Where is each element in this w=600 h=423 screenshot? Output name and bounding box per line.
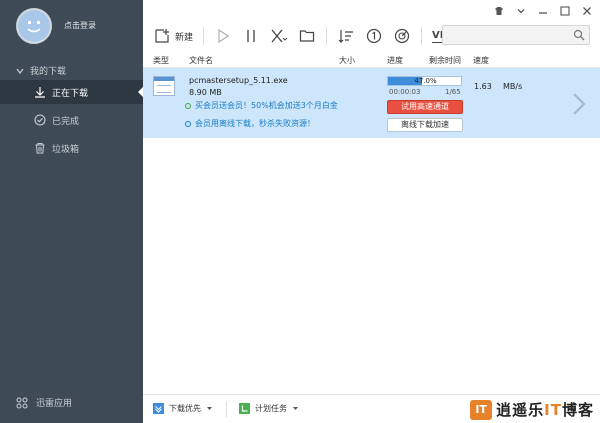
toolbar-divider	[203, 27, 205, 45]
try-fast-channel-button[interactable]: 试用高速通道	[387, 100, 463, 114]
download-filename: pcmastersetup_5.11.exe	[189, 76, 288, 85]
minimize-icon[interactable]	[538, 6, 548, 16]
column-remaining-time[interactable]: 剩余时间	[429, 55, 461, 66]
toolbar-divider	[326, 27, 328, 45]
sidebar-item-downloading[interactable]: 正在下载	[0, 80, 143, 104]
search-icon[interactable]	[573, 29, 585, 44]
promo-link-offline[interactable]: 会员用离线下载，秒杀失败资源！	[185, 118, 315, 129]
column-header: 类型 文件名 大小 进度 剩余时间 速度	[143, 52, 600, 68]
menu-icon[interactable]	[516, 6, 526, 16]
open-folder-button[interactable]	[298, 24, 316, 48]
trash-icon	[34, 142, 46, 154]
sidebar: 点击登录 我的下载 正在下载 已完成 垃圾箱 迅雷应用	[0, 0, 143, 423]
new-task-button[interactable]: 新建	[153, 24, 193, 48]
number-one-circle-icon	[365, 27, 383, 45]
speed-limit-button[interactable]	[393, 24, 411, 48]
bottom-bar: 下载优先 计划任务 IT 逍遥乐IT博客	[143, 394, 600, 423]
scheduled-task-button[interactable]: 计划任务	[239, 403, 299, 414]
section-label: 我的下载	[30, 67, 67, 77]
green-dot-icon	[185, 102, 191, 109]
watermark-logo: IT	[470, 399, 493, 420]
dropdown-arrow-icon	[293, 407, 298, 410]
column-progress[interactable]: 进度	[387, 55, 403, 66]
check-circle-icon	[34, 114, 46, 126]
connection-count: 1/65	[445, 88, 461, 96]
dropdown-arrow-icon	[207, 407, 212, 410]
progress-percent: 47.0%	[414, 77, 437, 85]
download-arrow-icon	[34, 86, 46, 98]
sidebar-item-label: 已完成	[52, 116, 80, 127]
schedule-label: 计划任务	[255, 404, 287, 413]
apps-icon	[16, 397, 28, 408]
download-size: 8.90 MB	[189, 88, 222, 97]
promo-text: 买会员送会员！50%机会加送3个月白金	[195, 101, 338, 110]
sort-button[interactable]	[337, 24, 355, 48]
chevron-down-icon	[16, 68, 24, 74]
sidebar-item-label: 正在下载	[52, 88, 89, 99]
apps-label: 迅雷应用	[36, 399, 73, 409]
promo-link-membership[interactable]: 买会员送会员！50%机会加送3个月白金	[185, 100, 338, 111]
sidebar-item-label: 垃圾箱	[52, 144, 80, 155]
download-priority-button[interactable]: 下载优先	[153, 403, 213, 414]
watermark: IT 逍遥乐IT博客	[470, 395, 594, 423]
bottom-divider	[226, 401, 227, 417]
watermark-text: 逍遥乐IT博客	[496, 401, 594, 419]
delete-x-icon	[270, 27, 288, 45]
priority-label: 下载优先	[169, 404, 201, 413]
download-row[interactable]: pcmastersetup_5.11.exe 8.90 MB 买会员送会员！50…	[143, 68, 600, 138]
toolbar-divider	[421, 27, 423, 45]
login-link[interactable]: 点击登录	[64, 20, 96, 31]
new-label: 新建	[175, 32, 194, 43]
skin-icon[interactable]	[494, 6, 504, 16]
close-icon[interactable]	[582, 6, 592, 16]
speedometer-icon	[393, 27, 411, 45]
chevron-right-icon[interactable]	[572, 92, 586, 119]
my-downloads-section[interactable]: 我的下载	[16, 64, 66, 77]
maximize-icon[interactable]	[560, 6, 570, 16]
elapsed-time: 00:00:03	[389, 88, 421, 96]
delete-button[interactable]	[270, 24, 288, 48]
pause-button[interactable]	[242, 24, 260, 48]
avatar[interactable]	[16, 8, 52, 44]
new-file-plus-icon	[153, 27, 171, 45]
offline-acceleration-button[interactable]: 离线下载加速	[387, 118, 463, 132]
toolbar: 新建 VIP	[143, 20, 600, 52]
column-filename[interactable]: 文件名	[189, 55, 213, 66]
column-size[interactable]: 大小	[339, 55, 355, 66]
blue-dot-icon	[185, 120, 191, 127]
pause-icon	[242, 27, 260, 45]
folder-icon	[298, 27, 316, 45]
window-controls	[494, 6, 592, 16]
sort-list-icon	[337, 27, 355, 45]
single-task-button[interactable]	[365, 24, 383, 48]
play-icon	[214, 27, 232, 45]
search-box	[442, 25, 590, 45]
thunder-apps-button[interactable]: 迅雷应用	[16, 396, 72, 409]
smiley-face-icon	[18, 10, 50, 42]
download-speed-unit: MB/s	[503, 82, 523, 91]
start-button[interactable]	[214, 24, 232, 48]
sidebar-item-completed[interactable]: 已完成	[0, 108, 143, 132]
priority-down-icon	[153, 403, 164, 414]
progress-bar: 47.0%	[387, 76, 462, 86]
exe-file-icon	[153, 76, 175, 96]
schedule-icon	[239, 403, 250, 414]
column-speed[interactable]: 速度	[473, 55, 489, 66]
promo-text: 会员用离线下载，秒杀失败资源！	[195, 119, 315, 128]
column-type[interactable]: 类型	[153, 55, 169, 66]
sidebar-item-trash[interactable]: 垃圾箱	[0, 136, 143, 160]
download-speed: 1.63	[474, 82, 492, 91]
search-input[interactable]	[443, 26, 567, 44]
